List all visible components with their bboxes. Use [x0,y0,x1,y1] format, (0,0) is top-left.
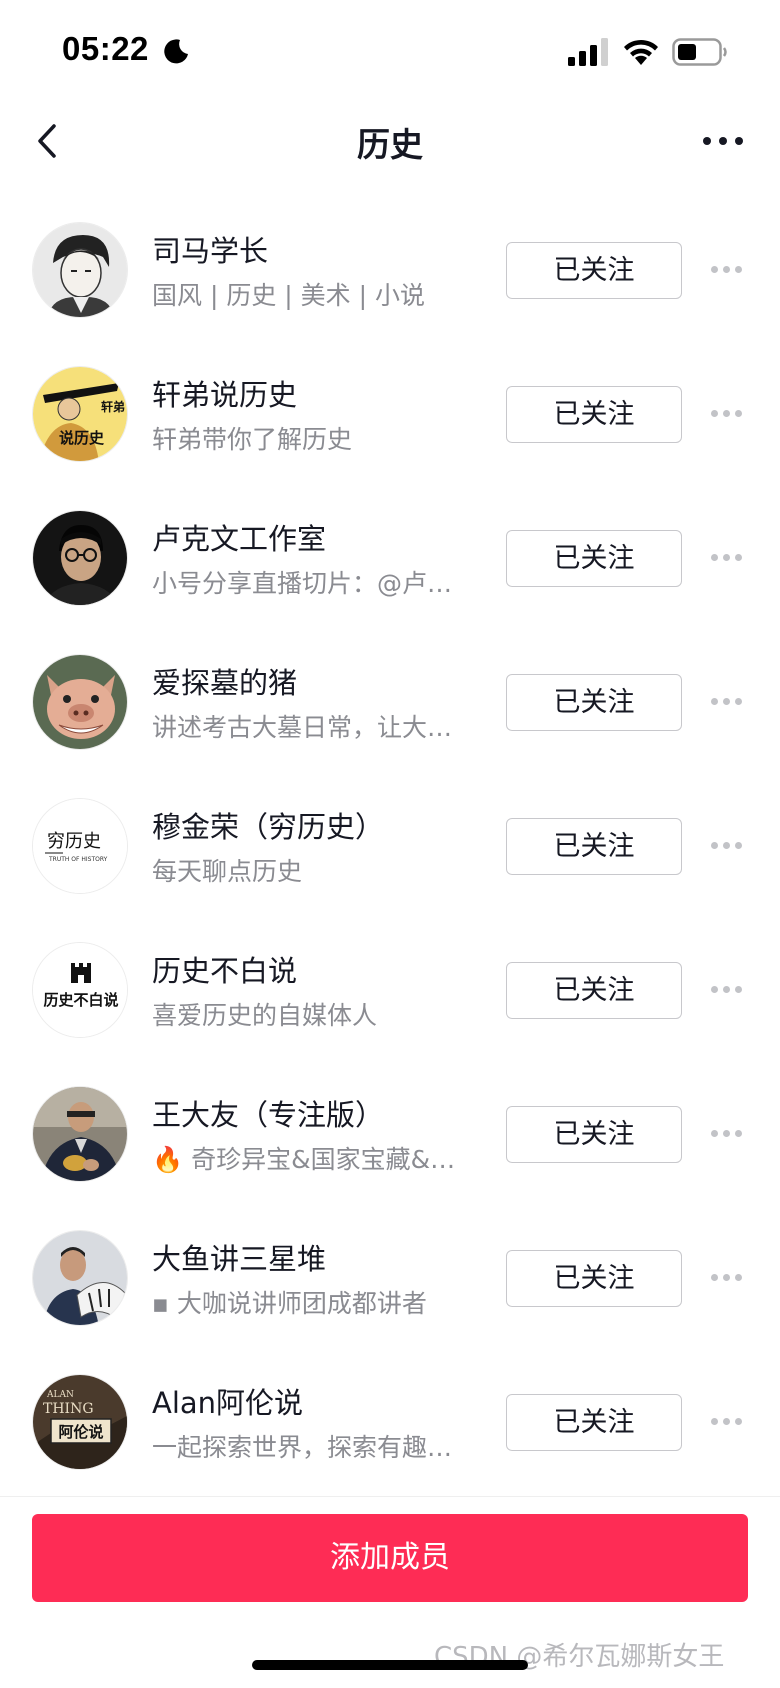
member-desc: ▪ 大咖说讲师团成都讲者 [152,1289,427,1318]
divider [0,1496,780,1497]
avatar-text: 历史不白说 [43,991,118,1009]
avatar[interactable] [32,510,128,606]
list-item[interactable]: 卢克文工作室 小号分享直播切片：@卢… 已关注 [0,486,780,630]
following-button[interactable]: 已关注 [506,1106,682,1163]
avatar[interactable] [32,1230,128,1326]
following-button[interactable]: 已关注 [506,962,682,1019]
avatar[interactable]: 轩弟 说历史 [32,366,128,462]
avatar-text: 说历史 [59,429,105,447]
member-name: 历史不白说 [152,954,298,988]
status-time: 05:22 [62,30,149,67]
list-item[interactable]: 司马学长 国风 | 历史 | 美术 | 小说 已关注 [0,198,780,342]
member-name: 轩弟说历史 [152,378,298,412]
wifi-icon [624,39,658,65]
avatar-text: 轩弟 [101,399,125,414]
avatar[interactable]: 历史不白说 [32,942,128,1038]
member-name: 爱探墓的猪 [152,666,298,700]
more-icon[interactable] [708,690,744,714]
page-title: 历史 [357,125,423,164]
member-name: 大鱼讲三星堆 [152,1242,327,1276]
moon-icon [164,39,188,64]
avatar[interactable] [32,222,128,318]
member-desc: 讲述考古大墓日常，让大… [152,713,453,742]
list-item[interactable]: 大鱼讲三星堆 ▪ 大咖说讲师团成都讲者 已关注 [0,1206,780,1350]
signal-icon [568,38,608,66]
more-icon[interactable] [708,834,744,858]
more-icon[interactable] [708,978,744,1002]
following-button[interactable]: 已关注 [506,818,682,875]
avatar[interactable]: 穷历史 TRUTH OF HISTORY [32,798,128,894]
following-button[interactable]: 已关注 [506,1250,682,1307]
avatar-text: TRUTH OF HISTORY [48,856,108,863]
list-item[interactable]: 穷历史 TRUTH OF HISTORY 穆金荣（穷历史） 每天聊点历史 已关注 [0,774,780,918]
list-item[interactable]: 历史不白说 历史不白说 喜爱历史的自媒体人 已关注 [0,918,780,1062]
list-item[interactable]: 轩弟 说历史 轩弟说历史 轩弟带你了解历史 已关注 [0,342,780,486]
member-name: 司马学长 [152,234,269,268]
more-icon[interactable] [708,1266,744,1290]
member-list: 司马学长 国风 | 历史 | 美术 | 小说 已关注 轩弟 说历史 轩弟说历史 … [0,198,780,1494]
member-name: Alan阿伦说 [152,1386,304,1420]
more-icon[interactable] [708,546,744,570]
following-button[interactable]: 已关注 [506,386,682,443]
member-name: 穆金荣（穷历史） [152,810,385,844]
list-item[interactable]: 爱探墓的猪 讲述考古大墓日常，让大… 已关注 [0,630,780,774]
status-bar: 05:22 [0,0,780,100]
member-desc: 🔥 奇珍异宝&国家宝藏&… [152,1145,456,1174]
list-item[interactable]: ALAN THING 阿伦说 Alan阿伦说 一起探索世界，探索有趣… 已关注 [0,1350,780,1494]
avatar-text: ALAN [46,1390,74,1400]
following-button[interactable]: 已关注 [506,530,682,587]
avatar[interactable] [32,654,128,750]
battery-icon [672,38,727,66]
more-icon[interactable] [708,402,744,426]
member-desc: 喜爱历史的自媒体人 [152,1001,378,1030]
following-button[interactable]: 已关注 [506,1394,682,1451]
member-desc: 国风 | 历史 | 美术 | 小说 [152,281,425,310]
member-desc: 小号分享直播切片：@卢… [152,569,453,598]
member-desc: 每天聊点历史 [152,857,303,886]
more-horizontal-icon[interactable] [700,126,746,156]
add-member-button[interactable]: 添加成员 [32,1514,748,1602]
more-icon[interactable] [708,1410,744,1434]
following-button[interactable]: 已关注 [506,674,682,731]
avatar-text: THING [43,1401,94,1417]
home-indicator [252,1660,528,1670]
nav-bar: 历史 [0,100,780,180]
list-item[interactable]: 王大友（专注版） 🔥 奇珍异宝&国家宝藏&… 已关注 [0,1062,780,1206]
avatar[interactable] [32,1086,128,1182]
avatar[interactable]: ALAN THING 阿伦说 [32,1374,128,1470]
following-button[interactable]: 已关注 [506,242,682,299]
more-icon[interactable] [708,258,744,282]
member-desc: 轩弟带你了解历史 [152,425,353,454]
member-name: 卢克文工作室 [152,522,327,556]
avatar-text: 阿伦说 [58,1423,103,1441]
member-desc: 一起探索世界，探索有趣… [152,1433,453,1462]
more-icon[interactable] [708,1122,744,1146]
avatar-text: 穷历史 [47,831,101,852]
member-name: 王大友（专注版） [152,1098,385,1132]
